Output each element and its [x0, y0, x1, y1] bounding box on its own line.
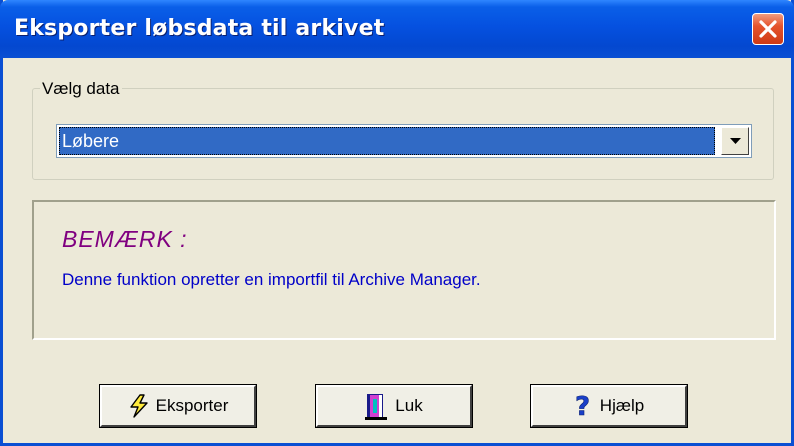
door-exit-icon: [365, 392, 389, 420]
export-button-label: Eksporter: [155, 396, 229, 415]
close-window-button[interactable]: [752, 13, 784, 45]
close-icon: [759, 20, 777, 38]
window-title: Eksporter løbsdata til arkivet: [14, 16, 385, 41]
export-button[interactable]: Eksporter: [99, 384, 257, 428]
close-button[interactable]: Luk: [315, 384, 473, 428]
note-text: Denne funktion opretter en importfil til…: [62, 270, 481, 289]
title-bar[interactable]: Eksporter løbsdata til arkivet: [0, 0, 794, 58]
note-panel: BEMÆRK : Denne funktion opretter en impo…: [32, 200, 776, 340]
group-legend: Vælg data: [40, 79, 122, 99]
combo-selected-value[interactable]: Løbere: [59, 127, 715, 155]
chevron-down-icon: [730, 138, 741, 144]
close-button-label: Luk: [395, 396, 423, 415]
data-select-combobox[interactable]: Løbere: [56, 124, 752, 158]
help-button[interactable]: ? Hjælp: [530, 384, 688, 428]
dropdown-button[interactable]: [721, 127, 749, 155]
note-title: BEMÆRK :: [62, 226, 188, 252]
lightning-icon: [128, 394, 150, 418]
svg-text:?: ?: [575, 393, 590, 419]
question-mark-icon: ?: [574, 393, 594, 419]
help-button-label: Hjælp: [599, 396, 645, 415]
